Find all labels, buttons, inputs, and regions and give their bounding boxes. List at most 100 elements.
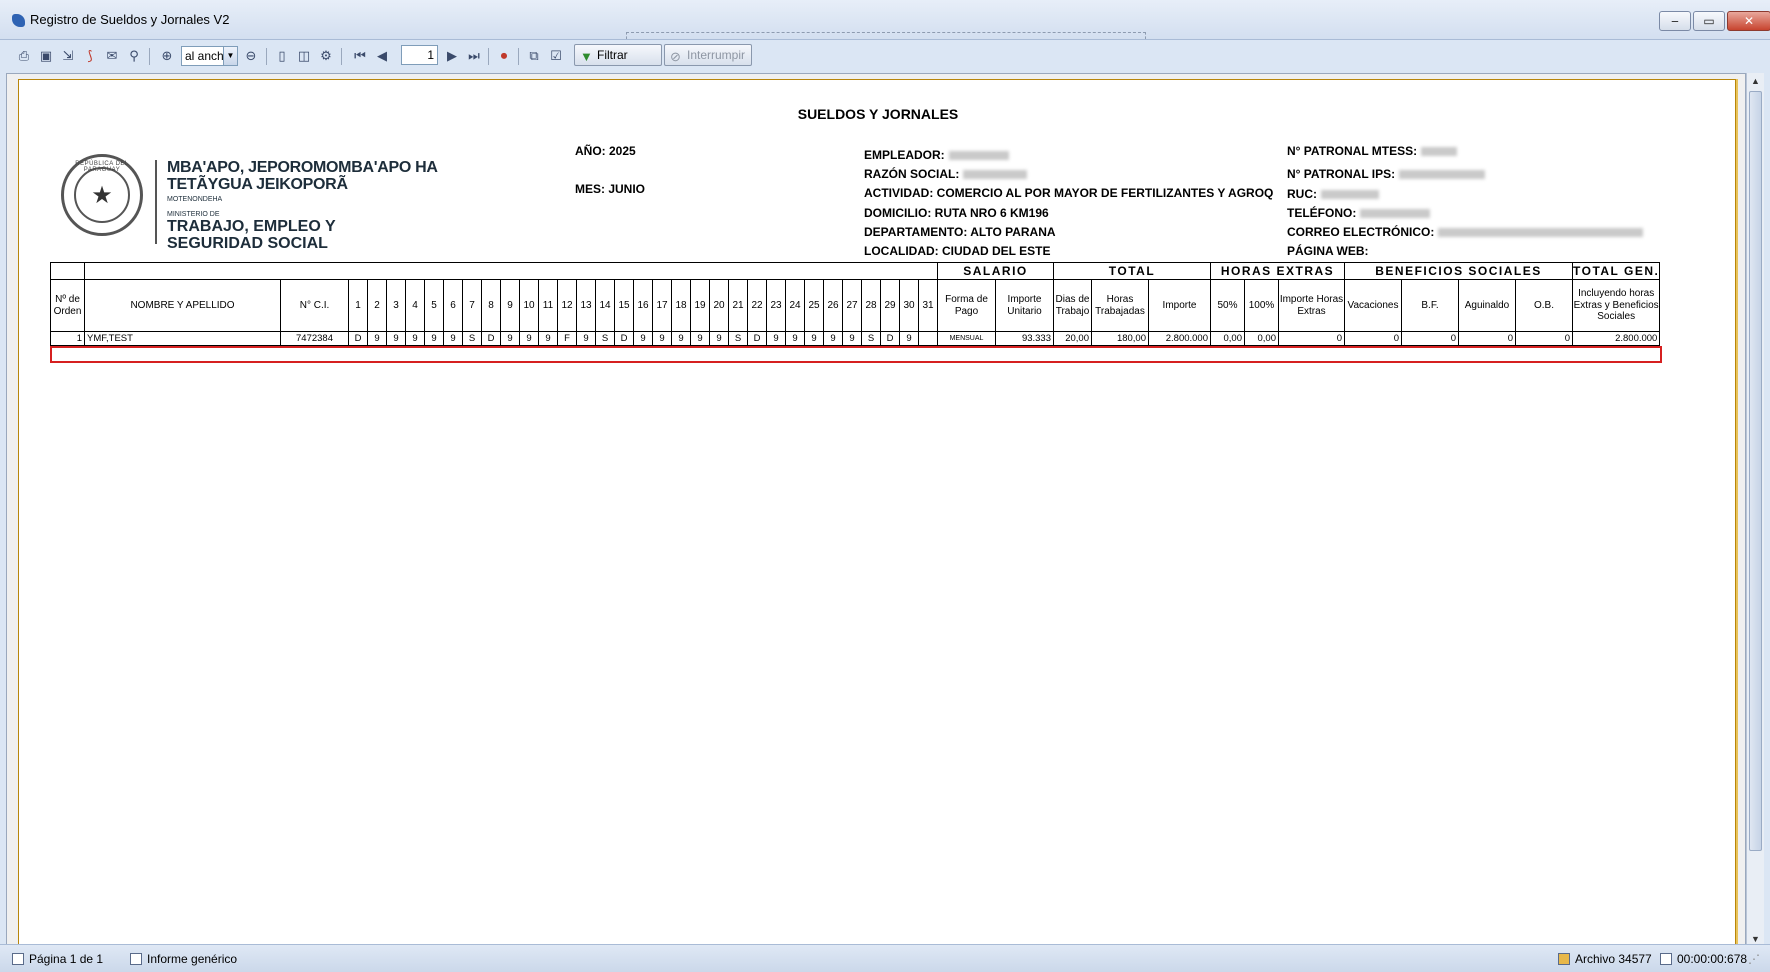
header-forma-pago: Forma de Pago: [937, 279, 996, 332]
cell-day: 9: [386, 331, 406, 346]
print-icon[interactable]: ⎙: [14, 46, 34, 66]
group-blank-cell: [50, 262, 85, 280]
last-page-icon[interactable]: ⏭: [464, 46, 484, 66]
email-field: CORREO ELECTRÓNICO:: [1287, 225, 1644, 239]
cell-day: 9: [576, 331, 596, 346]
header-day: 12: [557, 279, 577, 332]
payroll-table: SALARIO TOTAL HORAS EXTRAS BENEFICIOS SOCIA…: [50, 262, 1661, 346]
cell-importe-unitario: 93.333: [995, 331, 1054, 346]
header-day: 24: [785, 279, 805, 332]
header-aguinaldo: Aguinaldo: [1458, 279, 1516, 332]
scroll-up-icon[interactable]: ▲: [1747, 73, 1764, 90]
scroll-thumb[interactable]: [1749, 91, 1762, 851]
locality-field: LOCALIDAD: CIUDAD DEL ESTE: [864, 244, 1051, 258]
toolbar-splitter-handle[interactable]: [626, 32, 1146, 39]
header-bf: B.F.: [1401, 279, 1459, 332]
cell-day: 9: [538, 331, 558, 346]
header-vacaciones: Vacaciones: [1344, 279, 1402, 332]
save-icon[interactable]: ▣: [36, 46, 56, 66]
paraguay-seal: REPÚBLICA DEL PARAGUAY ★: [61, 154, 143, 236]
header-horas-trabajadas: Horas Trabajadas: [1091, 279, 1149, 332]
two-pages-icon[interactable]: ◫: [294, 46, 314, 66]
redacted-value: [1321, 190, 1379, 199]
header-day: 27: [842, 279, 862, 332]
zoom-in-icon[interactable]: ⊕: [157, 46, 177, 66]
resize-grip-icon[interactable]: ⋰: [1748, 952, 1760, 966]
logo-divider: [155, 160, 157, 244]
group-blank-cell: [84, 262, 938, 280]
column-header-row: Nº de Orden NOMBRE Y APELLIDO N° C.I. 1 2 3 4 5…: [50, 279, 1661, 332]
month-label: MES: JUNIO: [575, 182, 646, 196]
minimize-button[interactable]: ‒: [1659, 11, 1691, 31]
first-page-icon[interactable]: ⏮: [350, 46, 370, 66]
pdf-icon[interactable]: ⟆: [80, 46, 100, 66]
department-field: DEPARTAMENTO: ALTO PARANA: [864, 225, 1056, 239]
cell-vacaciones: 0: [1344, 331, 1402, 346]
cell-day: 9: [424, 331, 444, 346]
next-page-icon[interactable]: ▶: [442, 46, 462, 66]
cell-day: D: [348, 331, 368, 346]
find-icon[interactable]: ⚲: [124, 46, 144, 66]
star-icon: ★: [74, 167, 130, 223]
timer-text: 00:00:00:678: [1677, 952, 1748, 966]
header-incluyendo: Incluyendo horas Extras y Beneficios Soc…: [1571, 279, 1661, 332]
cell-orden: 1: [50, 331, 85, 346]
single-page-icon[interactable]: ▯: [272, 46, 292, 66]
app-icon: [12, 14, 25, 27]
cell-day: 9: [633, 331, 653, 346]
cell-day: S: [595, 331, 615, 346]
chevron-down-icon[interactable]: ▼: [223, 47, 237, 65]
vertical-scrollbar[interactable]: ▲ ▼: [1746, 73, 1764, 948]
email-icon[interactable]: ✉: [102, 46, 122, 66]
page-setup-icon[interactable]: ⚙: [316, 46, 336, 66]
close-button[interactable]: ✕: [1727, 11, 1770, 31]
toolbar-separator: [266, 48, 267, 65]
maximize-button[interactable]: ▭: [1693, 11, 1725, 31]
header-ci: N° C.I.: [280, 279, 349, 332]
page-status-text: Página 1 de 1: [29, 952, 104, 966]
stop-icon[interactable]: ⏺: [494, 46, 514, 66]
cell-day: D: [880, 331, 900, 346]
page-number-input[interactable]: 1: [401, 45, 438, 65]
header-day: 10: [519, 279, 539, 332]
cell-p50: 0,00: [1210, 331, 1245, 346]
phone-field: TELÉFONO:: [1287, 206, 1431, 220]
header-day: 18: [671, 279, 691, 332]
address-field: DOMICILIO: RUTA NRO 6 KM196: [864, 206, 1049, 220]
report-viewer[interactable]: SUELDOS Y JORNALES REPÚBLICA DEL PARAGUA…: [6, 73, 1746, 959]
cell-day: S: [861, 331, 881, 346]
interrupt-label: Interrumpir: [687, 48, 746, 62]
copy-icon[interactable]: ⧉: [524, 46, 544, 66]
group-total: TOTAL: [1053, 262, 1211, 280]
interrupt-button[interactable]: ⊘ Interrumpir: [664, 44, 752, 66]
toolbar-separator: [518, 48, 519, 65]
header-day: 14: [595, 279, 615, 332]
window-titlebar: Registro de Sueldos y Jornales V2 ‒ ▭ ✕: [0, 0, 1770, 40]
mtess-field: N° PATRONAL MTESS:: [1287, 144, 1458, 158]
cell-dias-trabajo: 20,00: [1053, 331, 1092, 346]
archive-status: Archivo 34577: [1558, 952, 1652, 966]
settings-icon[interactable]: ☑: [546, 46, 566, 66]
logo-line-4: MINISTERIO DE: [167, 211, 220, 218]
filter-button[interactable]: ▼ Filtrar: [574, 44, 662, 66]
zoom-select[interactable]: al ancho ▼: [181, 46, 238, 66]
zoom-out-icon[interactable]: ⊖: [241, 46, 261, 66]
selected-row-highlight: [50, 346, 1662, 363]
ministry-logo: MBA'APO, JEPOROMOMBA'APO HA TETÃYGUA JEI…: [167, 160, 438, 252]
table-row: 1 YMF,TEST 7472384 D 9 9 9 9 9 S D 9 9 9 F 9 S D 9 9 9 9 9 S D 9 9…: [50, 331, 1661, 346]
logo-line-2: TETÃYGUA JEIKOPORÃ: [167, 176, 348, 193]
ruc-label: RUC:: [1287, 187, 1317, 201]
archive-text: Archivo 34577: [1575, 952, 1652, 966]
cell-forma-pago: MENSUAL: [937, 331, 996, 346]
prev-page-icon[interactable]: ◀: [372, 46, 392, 66]
header-day: 13: [576, 279, 596, 332]
header-day: 11: [538, 279, 558, 332]
cell-day: D: [614, 331, 634, 346]
filter-label: Filtrar: [597, 48, 628, 62]
report-type-status: Informe genérico: [130, 952, 237, 966]
header-importe-he: Importe Horas Extras: [1278, 279, 1345, 332]
report-title: SUELDOS Y JORNALES: [797, 106, 959, 122]
header-day: 19: [690, 279, 710, 332]
header-day: 22: [747, 279, 767, 332]
export-icon[interactable]: ⇲: [58, 46, 78, 66]
